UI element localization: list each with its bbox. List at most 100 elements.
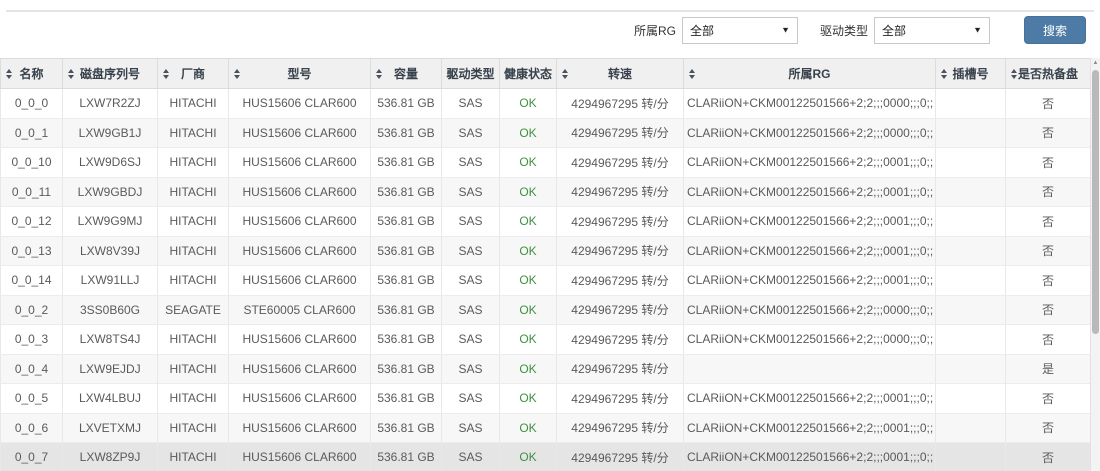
cell-drive-type: SAS — [442, 413, 500, 443]
drive-type-filter-select[interactable]: 全部 ▼ — [874, 17, 990, 44]
sort-icon — [447, 69, 453, 79]
cell-name: 0_0_4 — [1, 354, 63, 384]
cell-serial: LXW7R2ZJ — [63, 89, 158, 119]
cell-name: 0_0_12 — [1, 207, 63, 237]
search-button[interactable]: 搜索 — [1024, 16, 1086, 44]
cell-serial: LXW91LLJ — [63, 266, 158, 296]
cell-capacity: 536.81 GB — [371, 266, 442, 296]
cell-hot-spare: 否 — [1006, 207, 1091, 237]
cell-drive-type: SAS — [442, 325, 500, 355]
column-label: 名称 — [19, 67, 43, 81]
cell-drive-type: SAS — [442, 89, 500, 119]
cell-vendor: HITACHI — [158, 236, 229, 266]
column-header-hot-spare[interactable]: 是否热备盘 — [1006, 59, 1091, 89]
cell-name: 0_0_6 — [1, 413, 63, 443]
cell-vendor: SEAGATE — [158, 295, 229, 325]
cell-slot — [936, 325, 1006, 355]
column-header-drive-type[interactable]: 驱动类型 — [442, 59, 500, 89]
column-label: 健康状态 — [504, 67, 552, 81]
column-header-rg[interactable]: 所属RG — [684, 59, 936, 89]
column-header-serial[interactable]: 磁盘序列号 — [63, 59, 158, 89]
cell-name: 0_0_7 — [1, 443, 63, 471]
dropdown-arrow-icon: ▼ — [781, 26, 790, 35]
column-label: 磁盘序列号 — [80, 67, 140, 81]
cell-hot-spare: 否 — [1006, 295, 1091, 325]
cell-drive-type: SAS — [442, 443, 500, 471]
column-label: 容量 — [394, 67, 418, 81]
cell-model: HUS15606 CLAR600 — [229, 266, 371, 296]
sort-icon — [505, 69, 511, 79]
cell-name: 0_0_1 — [1, 118, 63, 148]
sort-icon — [68, 69, 74, 79]
cell-capacity: 536.81 GB — [371, 89, 442, 119]
cell-rpm: 4294967295 转/分 — [557, 325, 684, 355]
column-header-name[interactable]: 名称 — [1, 59, 63, 89]
cell-vendor: HITACHI — [158, 207, 229, 237]
cell-capacity: 536.81 GB — [371, 148, 442, 178]
column-label: 插槽号 — [952, 67, 988, 81]
cell-rpm: 4294967295 转/分 — [557, 89, 684, 119]
table-row[interactable]: 0_0_1LXW9GB1JHITACHIHUS15606 CLAR600536.… — [1, 118, 1091, 148]
cell-serial: LXW8TS4J — [63, 325, 158, 355]
drive-type-filter-value: 全部 — [882, 22, 906, 39]
cell-name: 0_0_2 — [1, 295, 63, 325]
column-header-rpm[interactable]: 转速 — [557, 59, 684, 89]
scroll-up-arrow-icon[interactable]: ▲ — [1091, 58, 1100, 68]
table-row[interactable]: 0_0_0LXW7R2ZJHITACHIHUS15606 CLAR600536.… — [1, 89, 1091, 119]
table-row[interactable]: 0_0_14LXW91LLJHITACHIHUS15606 CLAR600536… — [1, 266, 1091, 296]
cell-slot — [936, 266, 1006, 296]
cell-slot — [936, 384, 1006, 414]
cell-health: OK — [500, 148, 557, 178]
column-header-model[interactable]: 型号 — [229, 59, 371, 89]
cell-vendor: HITACHI — [158, 177, 229, 207]
cell-capacity: 536.81 GB — [371, 295, 442, 325]
cell-rg: CLARiiON+CKM00122501566+2;2;;;0001;;;0;; — [684, 266, 936, 296]
cell-model: HUS15606 CLAR600 — [229, 236, 371, 266]
cell-rpm: 4294967295 转/分 — [557, 443, 684, 471]
column-header-slot[interactable]: 插槽号 — [936, 59, 1006, 89]
cell-hot-spare: 否 — [1006, 177, 1091, 207]
table-row[interactable]: 0_0_11LXW9GBDJHITACHIHUS15606 CLAR600536… — [1, 177, 1091, 207]
column-header-vendor[interactable]: 厂商 — [158, 59, 229, 89]
cell-serial: LXW9EJDJ — [63, 354, 158, 384]
column-header-capacity[interactable]: 容量 — [371, 59, 442, 89]
cell-name: 0_0_14 — [1, 266, 63, 296]
cell-drive-type: SAS — [442, 207, 500, 237]
table-row[interactable]: 0_0_7LXW8ZP9JHITACHIHUS15606 CLAR600536.… — [1, 443, 1091, 471]
cell-drive-type: SAS — [442, 354, 500, 384]
table-row[interactable]: 0_0_5LXW4LBUJHITACHIHUS15606 CLAR600536.… — [1, 384, 1091, 414]
cell-slot — [936, 118, 1006, 148]
table-row[interactable]: 0_0_4LXW9EJDJHITACHIHUS15606 CLAR600536.… — [1, 354, 1091, 384]
cell-health: OK — [500, 413, 557, 443]
cell-model: HUS15606 CLAR600 — [229, 354, 371, 384]
column-label: 厂商 — [181, 67, 205, 81]
cell-capacity: 536.81 GB — [371, 443, 442, 471]
cell-rpm: 4294967295 转/分 — [557, 177, 684, 207]
cell-serial: LXW9GBDJ — [63, 177, 158, 207]
table-row[interactable]: 0_0_3LXW8TS4JHITACHIHUS15606 CLAR600536.… — [1, 325, 1091, 355]
column-label: 转速 — [608, 67, 632, 81]
cell-hot-spare: 是 — [1006, 354, 1091, 384]
cell-model: HUS15606 CLAR600 — [229, 384, 371, 414]
cell-name: 0_0_13 — [1, 236, 63, 266]
table-row[interactable]: 0_0_23SS0B60GSEAGATESTE60005 CLAR600536.… — [1, 295, 1091, 325]
cell-vendor: HITACHI — [158, 148, 229, 178]
table-row[interactable]: 0_0_6LXVETXMJHITACHIHUS15606 CLAR600536.… — [1, 413, 1091, 443]
cell-capacity: 536.81 GB — [371, 177, 442, 207]
rg-filter-select[interactable]: 全部 ▼ — [682, 17, 798, 44]
table-row[interactable]: 0_0_10LXW9D6SJHITACHIHUS15606 CLAR600536… — [1, 148, 1091, 178]
rg-filter-label: 所属RG — [634, 22, 676, 39]
cell-rpm: 4294967295 转/分 — [557, 413, 684, 443]
cell-serial: LXVETXMJ — [63, 413, 158, 443]
cell-capacity: 536.81 GB — [371, 118, 442, 148]
vertical-scrollbar[interactable]: ▲ — [1090, 58, 1100, 471]
table-row[interactable]: 0_0_13LXW8V39JHITACHIHUS15606 CLAR600536… — [1, 236, 1091, 266]
column-header-health[interactable]: 健康状态 — [500, 59, 557, 89]
cell-hot-spare: 否 — [1006, 118, 1091, 148]
cell-capacity: 536.81 GB — [371, 236, 442, 266]
sort-icon — [6, 69, 12, 79]
sort-icon — [941, 69, 947, 79]
scrollbar-thumb[interactable] — [1092, 70, 1099, 334]
cell-rg: CLARiiON+CKM00122501566+2;2;;;0000;;;0;; — [684, 325, 936, 355]
table-row[interactable]: 0_0_12LXW9G9MJHITACHIHUS15606 CLAR600536… — [1, 207, 1091, 237]
